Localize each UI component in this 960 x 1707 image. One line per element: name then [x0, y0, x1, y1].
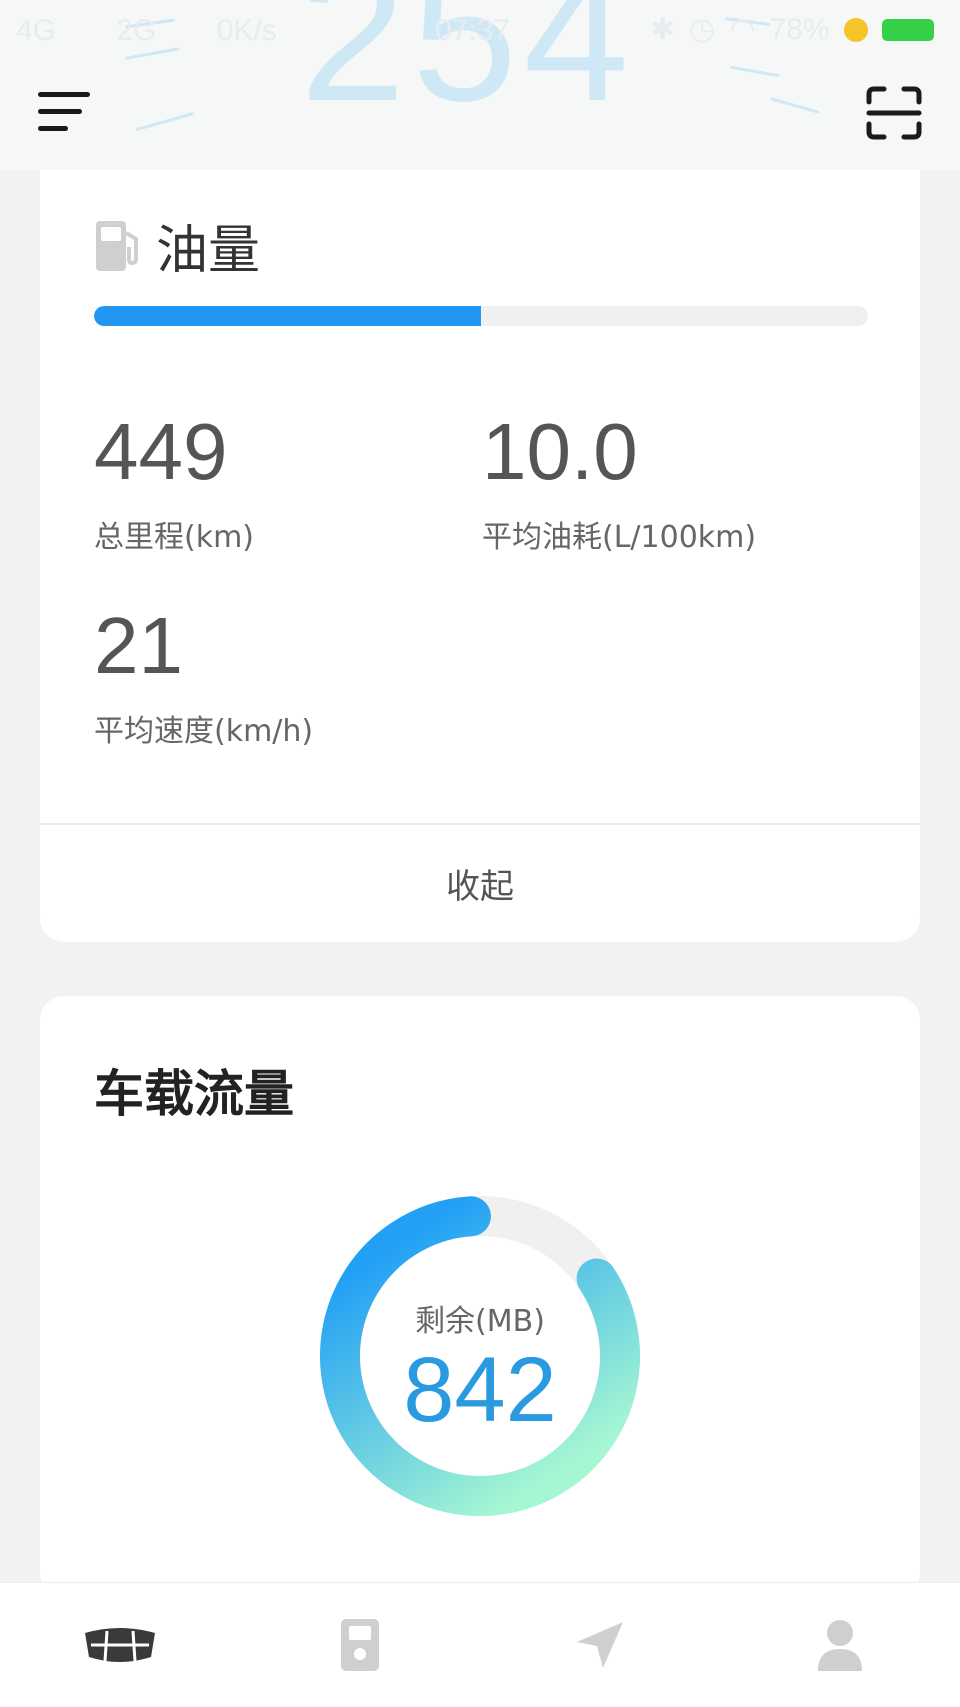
network-2g-label: 2G — [116, 14, 157, 47]
remaining-value: 842 — [403, 1339, 557, 1441]
nav-profile[interactable] — [720, 1583, 960, 1707]
collapse-button[interactable]: 收起 — [40, 825, 920, 942]
decoration-line — [770, 97, 820, 114]
data-traffic-title: 车载流量 — [94, 1065, 294, 1123]
user-icon — [818, 1620, 862, 1671]
stat-value: 10.0 — [482, 407, 638, 496]
network-4g-label: 4G — [16, 14, 57, 47]
fuel-card: 油量 449 总里程(km) 10.0 平均油耗(L/100km) 21 平均速… — [40, 130, 920, 942]
stat-label: 总里程(km) — [94, 520, 255, 555]
stat-value: 21 — [94, 601, 183, 690]
fuel-title: 油量 — [156, 221, 261, 281]
decoration-line — [730, 65, 780, 78]
menu-icon[interactable] — [38, 88, 94, 136]
fuel-header: 油量 — [94, 208, 260, 283]
alarm-icon: ◷ — [689, 13, 716, 46]
charging-icon — [843, 17, 868, 42]
stat-average-fuel: 10.0 平均油耗(L/100km) — [482, 412, 756, 556]
nav-digital-key[interactable] — [240, 1583, 480, 1707]
status-right: ✱ ◷ ◠ 78% — [650, 12, 934, 47]
battery-percent: 78% — [769, 12, 830, 46]
status-bar: 4G 2G 0K/s 07:37 ✱ ◷ ◠ 78% — [0, 0, 960, 66]
decoration-line — [135, 111, 195, 132]
scan-icon[interactable] — [866, 86, 922, 140]
network-speed: 0K/s — [216, 14, 277, 47]
fuel-level-fill — [94, 306, 481, 326]
battery-icon — [881, 18, 934, 41]
network-indicators: 4G 2G 0K/s — [16, 14, 277, 48]
fuel-pump-icon — [96, 220, 138, 271]
bluetooth-icon: ✱ — [650, 13, 676, 46]
stat-average-speed: 21 平均速度(km/h) — [94, 606, 313, 750]
nav-navigation[interactable] — [480, 1583, 720, 1707]
navigation-icon — [577, 1622, 623, 1668]
wifi-icon: ◠ — [729, 13, 756, 46]
fuel-level-bar — [94, 306, 868, 326]
stat-label: 平均油耗(L/100km) — [482, 520, 757, 555]
phone-key-icon — [341, 1619, 379, 1671]
stat-total-mileage: 449 总里程(km) — [94, 412, 254, 556]
nav-home[interactable] — [0, 1583, 240, 1707]
stat-value: 449 — [94, 407, 228, 496]
status-time: 07:37 — [435, 14, 511, 47]
stat-label: 平均速度(km/h) — [94, 714, 314, 749]
remaining-label: 剩余(MB) — [415, 1304, 545, 1339]
data-traffic-card: 车载流量 剩余(MB) 842 — [40, 996, 920, 1596]
top-bar: 254 4G 2G 0K/s 07:37 ✱ ◷ ◠ 78% — [0, 0, 960, 170]
bottom-nav — [0, 1582, 960, 1707]
geely-logo-icon — [85, 1628, 155, 1662]
